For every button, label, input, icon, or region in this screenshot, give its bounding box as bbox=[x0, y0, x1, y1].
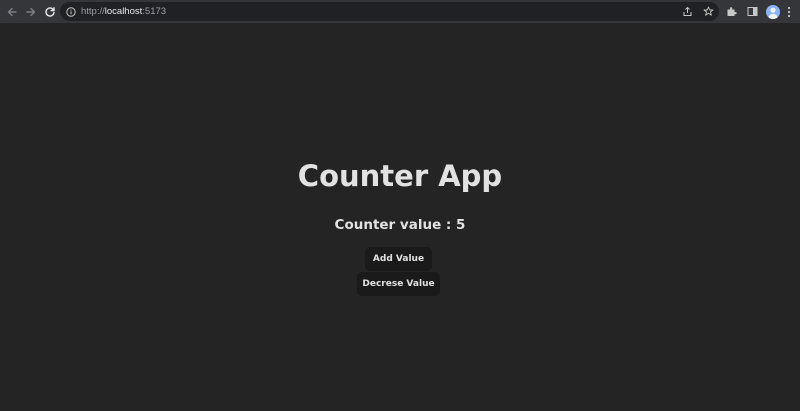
extensions-button[interactable] bbox=[724, 5, 738, 19]
side-panel-icon bbox=[747, 7, 757, 16]
info-icon bbox=[66, 6, 76, 17]
url-scheme: http:// bbox=[81, 6, 105, 17]
puzzle-icon bbox=[727, 7, 737, 16]
back-button[interactable] bbox=[4, 4, 20, 20]
share-button[interactable] bbox=[680, 5, 694, 19]
bookmark-button[interactable] bbox=[701, 5, 715, 19]
url-text: http://localhost:5173 bbox=[81, 6, 166, 17]
browser-menu-button[interactable] bbox=[786, 5, 792, 19]
url-host: localhost bbox=[104, 6, 143, 17]
arrow-left-icon bbox=[7, 7, 17, 16]
reload-button[interactable] bbox=[42, 4, 58, 20]
counter-label: Counter value : bbox=[334, 217, 457, 233]
share-icon bbox=[683, 7, 691, 16]
forward-button[interactable] bbox=[23, 4, 39, 20]
user-icon bbox=[768, 7, 778, 19]
add-value-button[interactable]: Add Value bbox=[365, 247, 432, 271]
page-title: Counter App bbox=[297, 159, 503, 193]
side-panel-button[interactable] bbox=[745, 5, 759, 19]
url-port: :5173 bbox=[142, 6, 167, 17]
counter-display: Counter value : 5 bbox=[0, 216, 800, 234]
browser-toolbar: http://localhost:5173 bbox=[0, 0, 800, 23]
star-icon bbox=[703, 6, 713, 16]
page-content: Counter App Counter value : 5 Add Value … bbox=[0, 23, 800, 411]
profile-avatar[interactable] bbox=[766, 4, 780, 19]
address-bar[interactable]: http://localhost:5173 bbox=[60, 2, 719, 21]
counter-value: 5 bbox=[456, 217, 466, 233]
decrease-value-button[interactable]: Decrese Value bbox=[357, 272, 440, 296]
reload-icon bbox=[45, 6, 55, 17]
kebab-menu-icon bbox=[787, 6, 791, 17]
arrow-right-icon bbox=[26, 7, 36, 16]
